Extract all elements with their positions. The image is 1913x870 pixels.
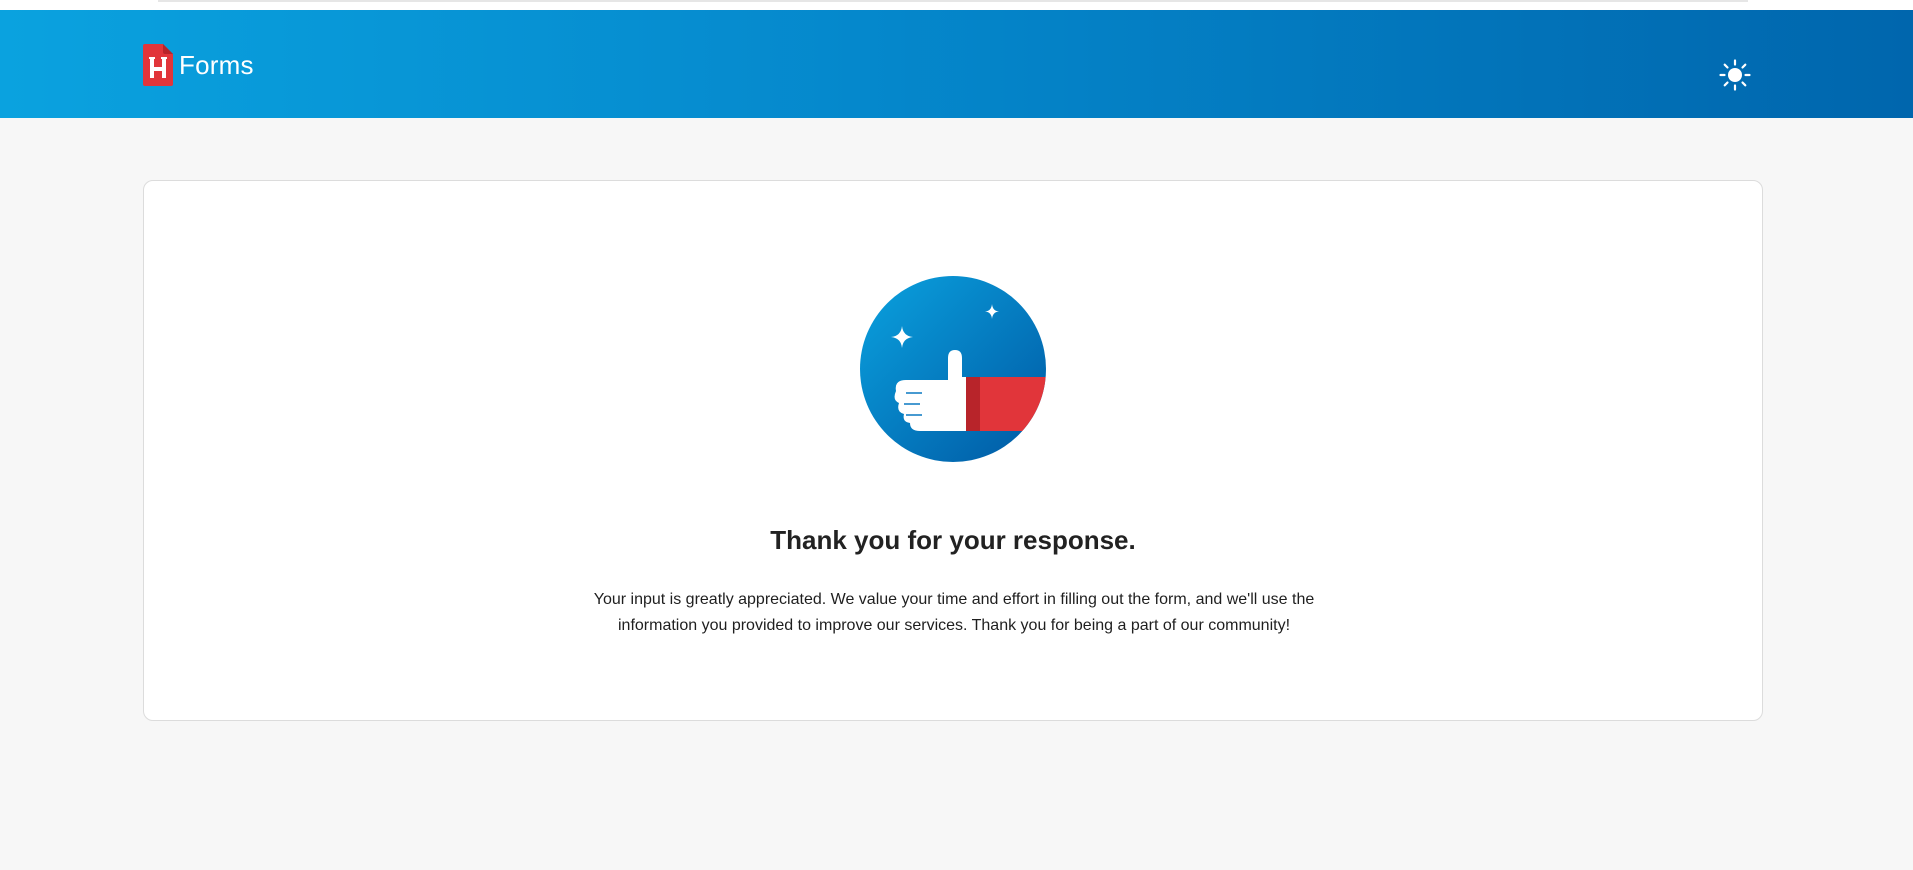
thumbs-up-icon [860, 276, 1046, 462]
brand-link[interactable]: Forms [143, 43, 254, 87]
confirmation-card: Thank you for your response. Your input … [143, 180, 1763, 721]
brand-name: Forms [179, 49, 254, 80]
confirmation-message: Your input is greatly appreciated. We va… [593, 591, 1315, 634]
theme-toggle-button[interactable] [1717, 57, 1753, 93]
confirmation-title: Thank you for your response. [770, 525, 1136, 555]
app-header: Forms [0, 10, 1913, 118]
top-strip-divider [158, 0, 1748, 2]
top-strip [0, 0, 1913, 10]
h-forms-logo-icon [143, 44, 173, 86]
sun-icon [1719, 59, 1751, 91]
